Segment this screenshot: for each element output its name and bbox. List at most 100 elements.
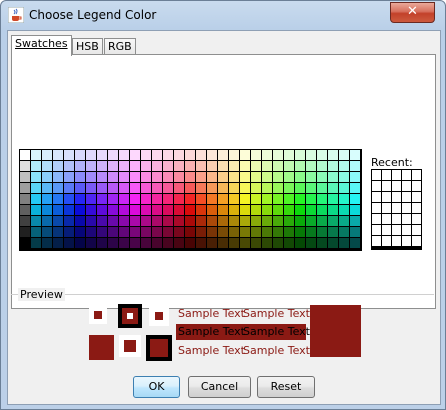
swatch-cell[interactable] xyxy=(20,183,30,193)
swatch-cell[interactable] xyxy=(251,150,261,160)
swatch-cell[interactable] xyxy=(317,227,327,237)
swatch-cell[interactable] xyxy=(207,161,217,171)
swatch-cell[interactable] xyxy=(328,172,338,182)
swatch-cell[interactable] xyxy=(174,227,184,237)
swatch-cell[interactable] xyxy=(251,238,261,248)
swatch-cell[interactable] xyxy=(75,227,85,237)
swatch-cell[interactable] xyxy=(218,227,228,237)
swatch-cell[interactable] xyxy=(218,161,228,171)
swatch-cell[interactable] xyxy=(174,172,184,182)
swatch-cell[interactable] xyxy=(339,227,349,237)
recent-swatch-cell[interactable] xyxy=(412,192,421,202)
swatch-cell[interactable] xyxy=(229,238,239,248)
swatch-cell[interactable] xyxy=(86,216,96,226)
swatch-cell[interactable] xyxy=(339,161,349,171)
swatch-cell[interactable] xyxy=(240,194,250,204)
swatch-cell[interactable] xyxy=(64,205,74,215)
swatch-cell[interactable] xyxy=(141,205,151,215)
recent-swatch-cell[interactable] xyxy=(382,236,391,246)
swatch-cell[interactable] xyxy=(53,205,63,215)
close-button[interactable]: ✕ xyxy=(390,2,435,23)
swatch-cell[interactable] xyxy=(350,150,360,160)
swatch-cell[interactable] xyxy=(20,205,30,215)
swatch-cell[interactable] xyxy=(86,205,96,215)
swatch-cell[interactable] xyxy=(108,150,118,160)
swatch-cell[interactable] xyxy=(119,205,129,215)
swatch-cell[interactable] xyxy=(273,216,283,226)
swatch-cell[interactable] xyxy=(207,216,217,226)
swatch-cell[interactable] xyxy=(64,172,74,182)
swatch-cell[interactable] xyxy=(42,183,52,193)
tab-swatches[interactable]: Swatches xyxy=(11,35,72,56)
swatch-cell[interactable] xyxy=(284,205,294,215)
swatch-cell[interactable] xyxy=(196,183,206,193)
recent-swatch-cell[interactable] xyxy=(392,225,401,235)
recent-swatch-cell[interactable] xyxy=(382,203,391,213)
recent-swatch-cell[interactable] xyxy=(412,214,421,224)
swatch-cell[interactable] xyxy=(350,183,360,193)
swatch-cell[interactable] xyxy=(273,150,283,160)
swatch-cell[interactable] xyxy=(339,205,349,215)
swatch-cell[interactable] xyxy=(306,238,316,248)
swatch-cell[interactable] xyxy=(108,183,118,193)
swatch-cell[interactable] xyxy=(141,161,151,171)
swatch-cell[interactable] xyxy=(207,194,217,204)
recent-swatch-cell[interactable] xyxy=(412,181,421,191)
swatch-cell[interactable] xyxy=(262,227,272,237)
swatch-cell[interactable] xyxy=(31,172,41,182)
swatch-cell[interactable] xyxy=(295,161,305,171)
swatch-cell[interactable] xyxy=(295,205,305,215)
swatch-cell[interactable] xyxy=(152,227,162,237)
swatch-cell[interactable] xyxy=(53,227,63,237)
swatch-cell[interactable] xyxy=(328,161,338,171)
swatch-cell[interactable] xyxy=(108,238,118,248)
swatch-cell[interactable] xyxy=(284,161,294,171)
swatch-cell[interactable] xyxy=(207,227,217,237)
recent-swatch-cell[interactable] xyxy=(402,181,411,191)
swatch-cell[interactable] xyxy=(42,205,52,215)
swatch-cell[interactable] xyxy=(339,216,349,226)
swatch-cell[interactable] xyxy=(108,172,118,182)
swatch-cell[interactable] xyxy=(75,194,85,204)
swatch-cell[interactable] xyxy=(86,172,96,182)
swatch-cell[interactable] xyxy=(262,172,272,182)
swatch-cell[interactable] xyxy=(31,150,41,160)
swatch-cell[interactable] xyxy=(163,183,173,193)
swatch-cell[interactable] xyxy=(130,161,140,171)
swatch-cell[interactable] xyxy=(328,183,338,193)
swatch-cell[interactable] xyxy=(306,216,316,226)
swatch-cell[interactable] xyxy=(86,194,96,204)
swatch-cell[interactable] xyxy=(152,205,162,215)
swatch-cell[interactable] xyxy=(240,238,250,248)
swatch-cell[interactable] xyxy=(31,183,41,193)
reset-button[interactable]: Reset xyxy=(257,376,315,398)
cancel-button[interactable]: Cancel xyxy=(188,376,251,398)
swatch-cell[interactable] xyxy=(174,205,184,215)
swatch-cell[interactable] xyxy=(64,238,74,248)
swatch-cell[interactable] xyxy=(119,150,129,160)
swatch-cell[interactable] xyxy=(306,205,316,215)
swatch-cell[interactable] xyxy=(306,172,316,182)
swatch-cell[interactable] xyxy=(174,216,184,226)
swatch-cell[interactable] xyxy=(152,216,162,226)
swatch-cell[interactable] xyxy=(317,161,327,171)
swatch-cell[interactable] xyxy=(75,238,85,248)
swatch-cell[interactable] xyxy=(75,216,85,226)
swatch-cell[interactable] xyxy=(86,161,96,171)
swatch-cell[interactable] xyxy=(86,183,96,193)
swatch-cell[interactable] xyxy=(284,194,294,204)
swatch-cell[interactable] xyxy=(350,227,360,237)
swatch-cell[interactable] xyxy=(295,227,305,237)
swatch-cell[interactable] xyxy=(306,227,316,237)
swatch-cell[interactable] xyxy=(339,183,349,193)
swatch-cell[interactable] xyxy=(295,216,305,226)
recent-swatch-cell[interactable] xyxy=(372,225,381,235)
swatch-cell[interactable] xyxy=(174,150,184,160)
swatch-cell[interactable] xyxy=(306,150,316,160)
swatch-cell[interactable] xyxy=(339,194,349,204)
swatch-cell[interactable] xyxy=(262,238,272,248)
swatch-cell[interactable] xyxy=(152,150,162,160)
swatch-cell[interactable] xyxy=(163,205,173,215)
recent-swatch-cell[interactable] xyxy=(402,236,411,246)
swatch-cell[interactable] xyxy=(317,216,327,226)
